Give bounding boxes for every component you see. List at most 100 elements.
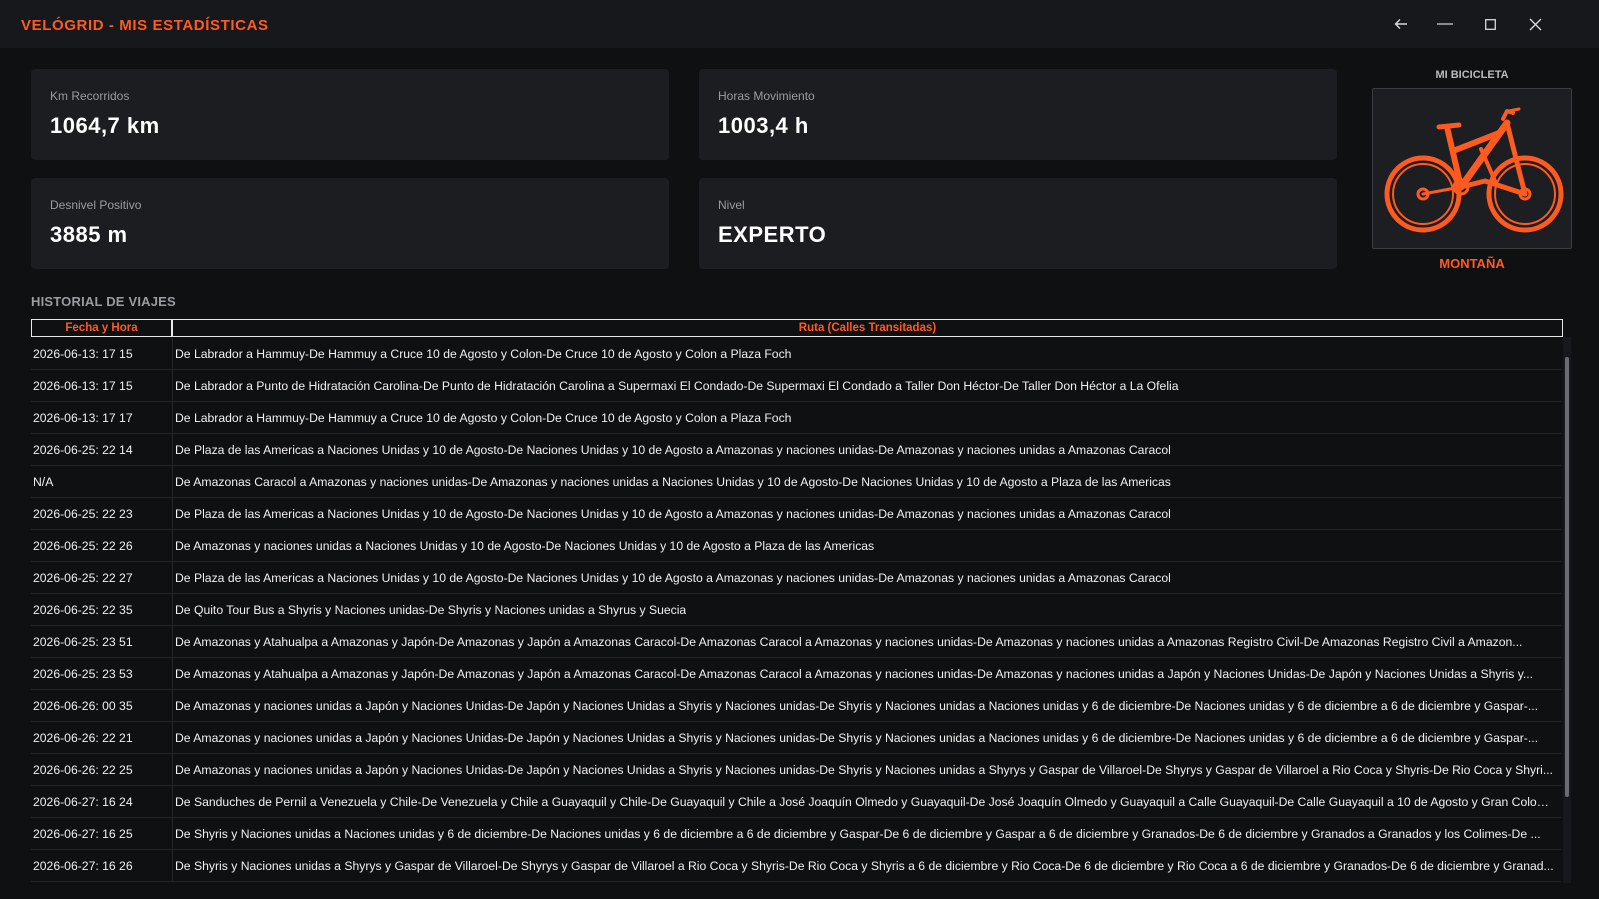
cell-date: 2026-06-25: 23 51 [33, 634, 133, 649]
table-row[interactable]: 2026-06-25: 23 51 De Amazonas y Atahualpa… [31, 626, 1561, 658]
route-text: De Amazonas y Atahualpa a Amazonas y Jap… [175, 666, 1534, 681]
table-body: 2026-06-13: 17 15 De Labrador a Hammuy-De… [31, 338, 1561, 882]
cell-date: 2026-06-26: 00 35 [33, 698, 133, 713]
bike-type: MONTAÑA [1439, 256, 1505, 271]
cell-route: De Quito Tour Bus a Shyris y Naciones un… [172, 594, 1561, 625]
route-text: De Plaza de las Americas a Naciones Unid… [175, 442, 1171, 457]
app-title: VELÓGRID - MIS ESTADÍSTICAS [21, 17, 269, 34]
table-row[interactable]: 2026-06-27: 16 26 De Shyris y Naciones un… [31, 850, 1561, 882]
cell-date: 2026-06-27: 16 26 [33, 858, 133, 873]
route-text: De Shyris y Naciones unidas a Naciones u… [175, 826, 1541, 841]
cell-date: 2026-06-25: 22 27 [33, 570, 133, 585]
cell-date: 2026-06-26: 22 21 [33, 730, 133, 745]
cell-route: De Amazonas Caracol a Amazonas y nacione… [172, 466, 1561, 497]
title-bar: VELÓGRID - MIS ESTADÍSTICAS [0, 0, 1599, 48]
cell-route: De Amazonas y naciones unidas a Japón y … [172, 754, 1561, 785]
route-text: De Plaza de las Americas a Naciones Unid… [175, 570, 1171, 585]
mountain-bike-icon [1384, 107, 1564, 233]
route-text: De Labrador a Hammuy-De Hammuy a Cruce 1… [175, 346, 792, 361]
cell-route: De Plaza de las Americas a Naciones Unid… [172, 434, 1561, 465]
column-header-route[interactable]: Ruta (Calles Transitadas) [172, 319, 1563, 337]
close-button[interactable] [1515, 8, 1555, 40]
stat-value-hours: 1003,4 h [718, 113, 809, 138]
route-text: De Amazonas Caracol a Amazonas y nacione… [175, 474, 1171, 489]
cell-date: 2026-06-25: 22 26 [33, 538, 133, 553]
table-row[interactable]: 2026-06-25: 23 53 De Amazonas y Atahualpa… [31, 658, 1561, 690]
stat-card-km: Km Recorridos 1064,7 km [31, 69, 669, 160]
close-icon [1529, 18, 1541, 30]
back-arrow-icon [1394, 19, 1407, 29]
stat-card-elevation: Desnivel Positivo 3885 m [31, 178, 669, 269]
table-row[interactable]: N/A De Amazonas Caracol a Amazonas y naci… [31, 466, 1561, 498]
cell-route: De Labrador a Punto de Hidratación Carol… [172, 370, 1561, 401]
stat-value-level: EXPERTO [718, 222, 827, 247]
table-row[interactable]: 2026-06-26: 22 21 De Amazonas y naciones … [31, 722, 1561, 754]
bike-image [1372, 88, 1572, 249]
table-row[interactable]: 2026-06-27: 16 24 De Sanduches de Pernil … [31, 786, 1561, 818]
table-row[interactable]: 2026-06-27: 16 25 De Shyris y Naciones un… [31, 818, 1561, 850]
cell-date: 2026-06-13: 17 15 [33, 378, 133, 393]
back-button[interactable] [1381, 8, 1421, 40]
route-text: De Sanduches de Pernil a Venezuela y Chi… [175, 794, 1555, 809]
route-text: De Amazonas y Atahualpa a Amazonas y Jap… [175, 634, 1523, 649]
maximize-icon [1484, 18, 1496, 30]
route-text: De Plaza de las Americas a Naciones Unid… [175, 506, 1171, 521]
cell-route: De Shyris y Naciones unidas a Naciones u… [172, 818, 1561, 849]
route-text: De Amazonas y naciones unidas a Naciones… [175, 538, 875, 553]
cell-route: De Amazonas y Atahualpa a Amazonas y Jap… [172, 626, 1561, 657]
table-row[interactable]: 2026-06-13: 17 15 De Labrador a Punto de … [31, 370, 1561, 402]
cell-date: 2026-06-27: 16 25 [33, 826, 133, 841]
table-row[interactable]: 2026-06-25: 22 14 De Plaza de las America… [31, 434, 1561, 466]
table-row[interactable]: 2026-06-13: 17 17 De Labrador a Hammuy-De… [31, 402, 1561, 434]
minimize-button[interactable] [1425, 8, 1465, 40]
cell-date: N/A [33, 474, 54, 489]
cell-date: 2026-06-25: 22 14 [33, 442, 133, 457]
cell-route: De Plaza de las Americas a Naciones Unid… [172, 498, 1561, 529]
history-table[interactable]: Fecha y Hora Ruta (Calles Transitadas) 2… [31, 319, 1571, 883]
stat-value-km: 1064,7 km [50, 113, 160, 138]
cell-date: 2026-06-13: 17 17 [33, 410, 133, 425]
table-row[interactable]: 2026-06-26: 22 25 De Amazonas y naciones … [31, 754, 1561, 786]
cell-route: De Amazonas y naciones unidas a Naciones… [172, 530, 1561, 561]
route-text: De Amazonas y naciones unidas a Japón y … [175, 762, 1554, 777]
cell-date: 2026-06-13: 17 15 [33, 346, 133, 361]
cell-route: De Sanduches de Pernil a Venezuela y Chi… [172, 786, 1561, 817]
route-text: De Amazonas y naciones unidas a Japón y … [175, 698, 1538, 713]
maximize-button[interactable] [1470, 8, 1510, 40]
table-row[interactable]: 2026-06-25: 22 23 De Plaza de las America… [31, 498, 1561, 530]
stat-label-km: Km Recorridos [50, 89, 130, 103]
route-text: De Shyris y Naciones unidas a Shyrys y G… [175, 858, 1554, 873]
cell-route: De Labrador a Hammuy-De Hammuy a Cruce 1… [172, 402, 1561, 433]
cell-route: De Labrador a Hammuy-De Hammuy a Cruce 1… [172, 338, 1561, 369]
stat-label-hours: Horas Movimiento [718, 89, 815, 103]
cell-route: De Shyris y Naciones unidas a Shyrys y G… [172, 850, 1561, 881]
table-header: Fecha y Hora Ruta (Calles Transitadas) [31, 319, 1563, 337]
cell-date: 2026-06-25: 22 35 [33, 602, 133, 617]
route-text: De Amazonas y naciones unidas a Japón y … [175, 730, 1538, 745]
stat-card-level: Nivel EXPERTO [699, 178, 1337, 269]
route-text: De Labrador a Punto de Hidratación Carol… [175, 378, 1179, 393]
scrollbar-thumb[interactable] [1565, 357, 1569, 797]
stat-label-level: Nivel [718, 198, 745, 212]
route-text: De Quito Tour Bus a Shyris y Naciones un… [175, 602, 687, 617]
cell-route: De Plaza de las Americas a Naciones Unid… [172, 562, 1561, 593]
table-row[interactable]: 2026-06-25: 22 26 De Amazonas y naciones … [31, 530, 1561, 562]
cell-date: 2026-06-26: 22 25 [33, 762, 133, 777]
cell-route: De Amazonas y Atahualpa a Amazonas y Jap… [172, 658, 1561, 689]
table-row[interactable]: 2026-06-13: 17 15 De Labrador a Hammuy-De… [31, 338, 1561, 370]
cell-route: De Amazonas y naciones unidas a Japón y … [172, 722, 1561, 753]
cell-date: 2026-06-27: 16 24 [33, 794, 133, 809]
cell-route: De Amazonas y naciones unidas a Japón y … [172, 690, 1561, 721]
table-row[interactable]: 2026-06-25: 22 35 De Quito Tour Bus a Shy… [31, 594, 1561, 626]
history-title: HISTORIAL DE VIAJES [31, 294, 176, 309]
cell-date: 2026-06-25: 23 53 [33, 666, 133, 681]
column-header-date[interactable]: Fecha y Hora [31, 319, 172, 337]
table-row[interactable]: 2026-06-25: 22 27 De Plaza de las America… [31, 562, 1561, 594]
stat-card-hours: Horas Movimiento 1003,4 h [699, 69, 1337, 160]
vertical-scrollbar[interactable] [1563, 337, 1571, 883]
table-row[interactable]: 2026-06-26: 00 35 De Amazonas y naciones … [31, 690, 1561, 722]
stat-label-elevation: Desnivel Positivo [50, 198, 142, 212]
cell-date: 2026-06-25: 22 23 [33, 506, 133, 521]
bike-title: MI BICICLETA [1435, 69, 1509, 81]
route-text: De Labrador a Hammuy-De Hammuy a Cruce 1… [175, 410, 792, 425]
